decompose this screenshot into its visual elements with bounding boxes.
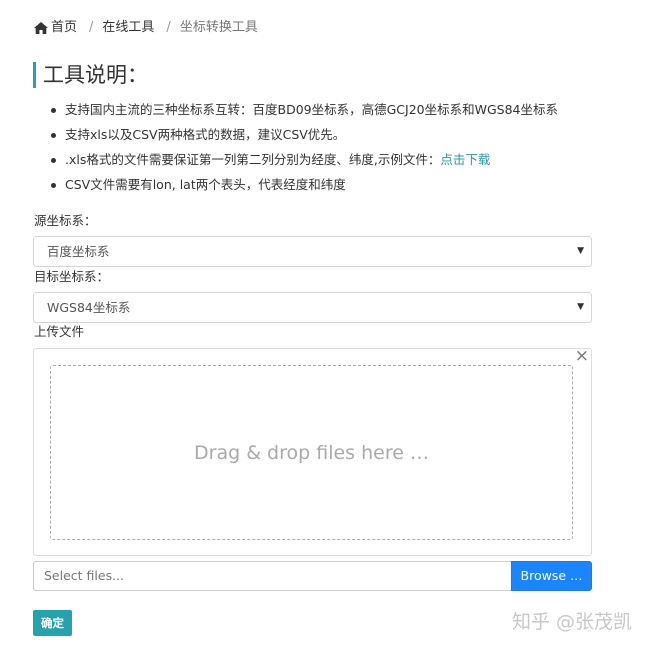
source-crs-value: 百度坐标系 — [47, 244, 110, 259]
upload-panel: × Drag & drop files here … — [33, 346, 592, 556]
close-icon[interactable]: × — [575, 346, 589, 366]
description-list: 支持国内主流的三种坐标系互转：百度BD09坐标系，高德GCJ20坐标系和WGS8… — [34, 100, 558, 200]
breadcrumb-current: 坐标转换工具 — [179, 20, 258, 35]
list-item: .xls格式的文件需要保证第一列第二列分别为经度、纬度,示例文件：点击下载 — [34, 150, 558, 175]
drop-zone-text: Drag & drop files here … — [194, 441, 429, 464]
page: 首页 / 在线工具 / 坐标转换工具 工具说明： 支持国内主流的三种坐标系互转：… — [0, 0, 652, 651]
source-crs-label: 源坐标系： — [34, 213, 97, 228]
list-item: 支持xls以及CSV两种格式的数据，建议CSV优先。 — [34, 125, 558, 150]
caret-down-icon: ▼ — [577, 246, 584, 256]
drop-zone[interactable]: Drag & drop files here … — [50, 365, 573, 540]
breadcrumb-separator: / — [89, 20, 94, 35]
breadcrumb-separator: / — [166, 20, 171, 35]
breadcrumb-online-tools[interactable]: 在线工具 — [102, 19, 154, 37]
caret-down-icon: ▼ — [577, 302, 584, 312]
watermark: 知乎 @张茂凯 — [512, 611, 633, 633]
target-crs-label: 目标坐标系： — [34, 269, 110, 284]
home-icon — [34, 22, 48, 34]
upload-label: 上传文件 — [34, 324, 85, 339]
breadcrumb-home-label: 首页 — [51, 20, 78, 35]
source-crs-select[interactable]: 百度坐标系 ▼ — [33, 236, 592, 267]
list-item: 支持国内主流的三种坐标系互转：百度BD09坐标系，高德GCJ20坐标系和WGS8… — [34, 100, 558, 125]
file-caption-input[interactable]: Select files... — [33, 561, 511, 591]
confirm-button[interactable]: 确定 — [33, 610, 72, 636]
target-crs-select[interactable]: WGS84坐标系 ▼ — [33, 292, 592, 323]
target-crs-value: WGS84坐标系 — [47, 300, 131, 315]
browse-button[interactable]: Browse … — [511, 561, 592, 591]
download-sample-link[interactable]: 点击下载 — [440, 152, 490, 167]
list-item: CSV文件需要有lon, lat两个表头，代表经度和纬度 — [34, 175, 558, 200]
breadcrumb-home[interactable]: 首页 — [34, 19, 77, 37]
breadcrumb: 首页 / 在线工具 / 坐标转换工具 — [34, 19, 258, 37]
page-title: 工具说明： — [33, 62, 148, 88]
